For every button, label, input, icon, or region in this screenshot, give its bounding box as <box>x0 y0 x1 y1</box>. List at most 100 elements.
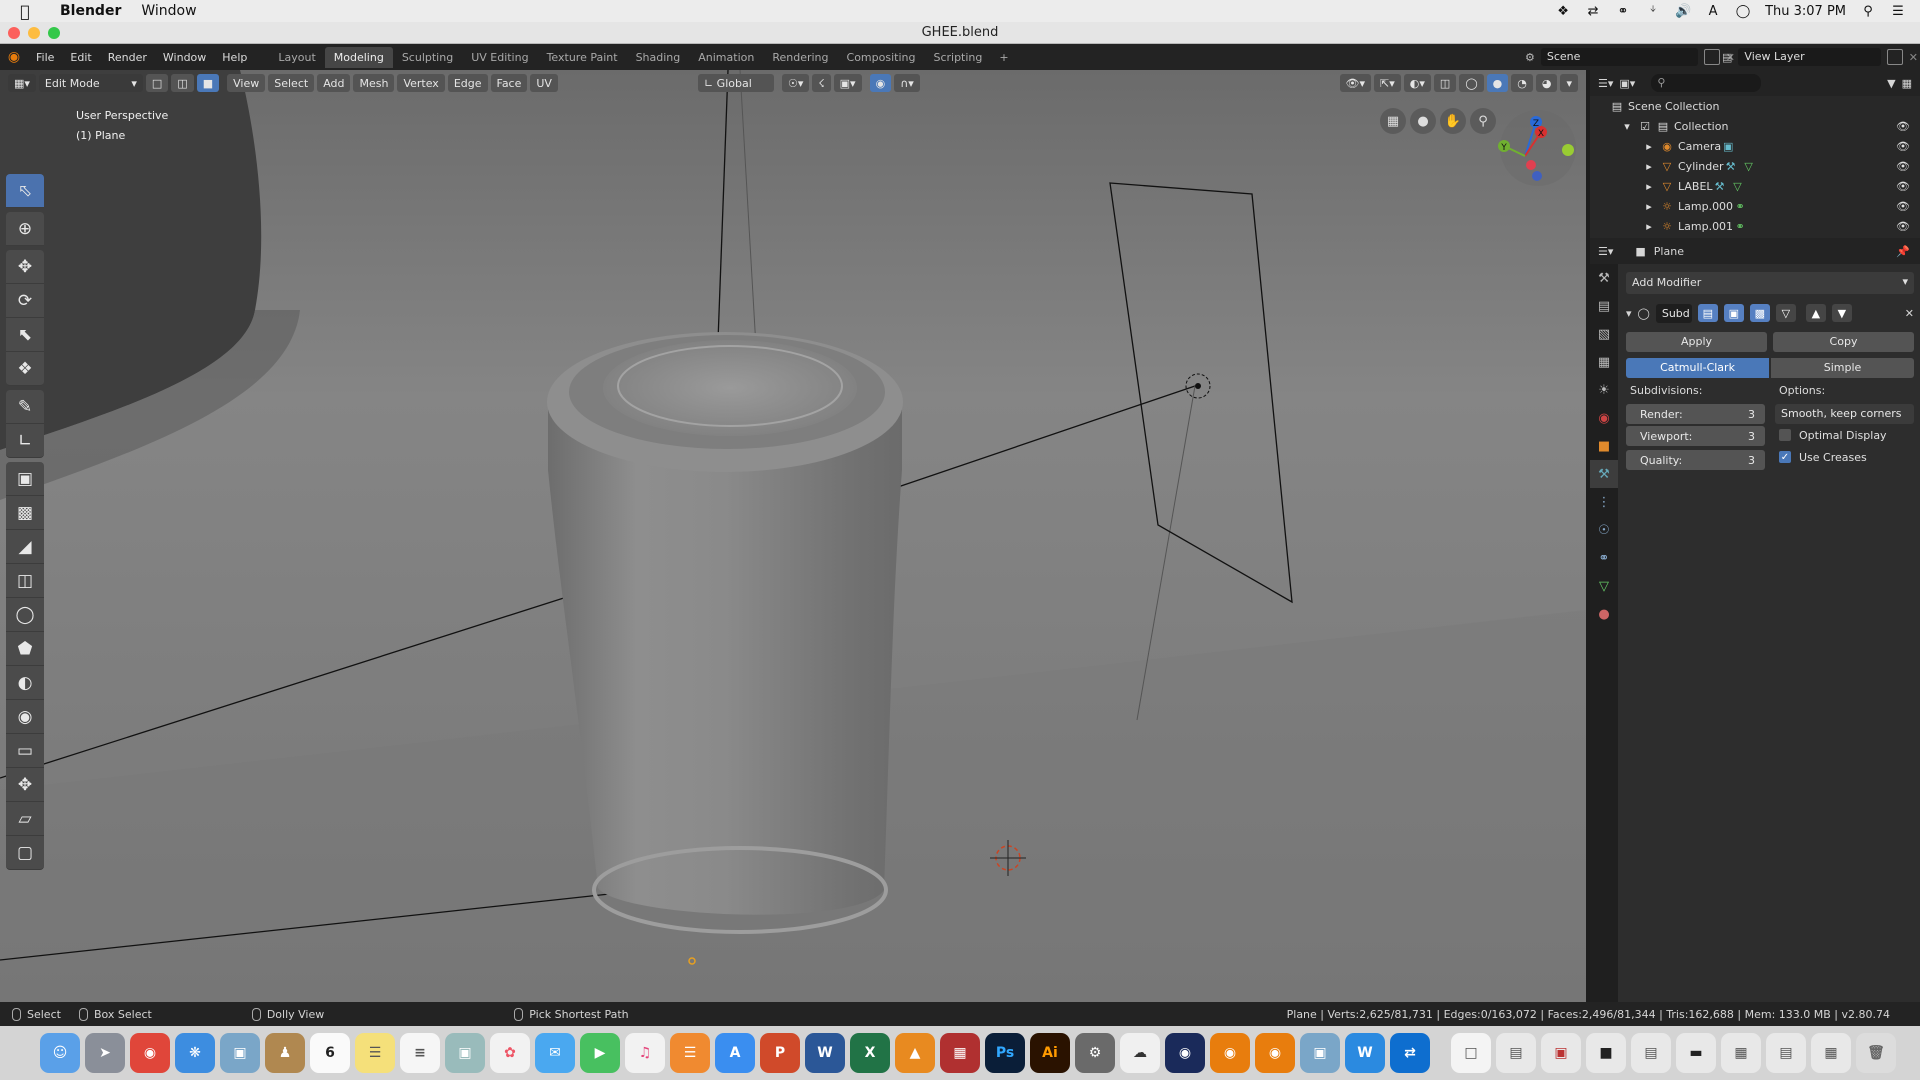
tab-rendering[interactable]: Rendering <box>763 47 837 68</box>
snap-target-dropdown[interactable]: ▣▾ <box>833 74 862 92</box>
view-layer-tab-icon[interactable]: ▦ <box>1590 348 1618 376</box>
extrude-icon[interactable]: ▣ <box>6 462 44 496</box>
xray-toggle[interactable]: ◫ <box>1433 74 1457 92</box>
shading-material-button[interactable]: ◔ <box>1511 74 1533 92</box>
facetime-icon[interactable]: ▶ <box>580 1033 620 1073</box>
spotlight-icon[interactable]: ⚲ <box>1860 4 1876 19</box>
expand-icon[interactable]: ▸ <box>1642 220 1656 233</box>
editmode-toggle-icon[interactable]: ▩ <box>1749 304 1770 322</box>
disclosure-icon[interactable]: ▾ <box>1620 120 1634 133</box>
remove-modifier-icon[interactable]: ✕ <box>1905 307 1914 320</box>
proportional-falloff-dropdown[interactable]: ∩▾ <box>894 74 920 92</box>
preview-2-icon[interactable]: ▣ <box>1300 1033 1340 1073</box>
can-body[interactable] <box>548 400 902 915</box>
excel-icon[interactable]: X <box>850 1033 890 1073</box>
menu-vertex[interactable]: Vertex <box>397 74 445 92</box>
constraints-tab-icon[interactable]: ⚭ <box>1590 544 1618 572</box>
snap-toggle[interactable]: ☇ <box>812 74 831 92</box>
app-store-icon[interactable]: A <box>715 1033 755 1073</box>
screenshot-3-icon[interactable]: ▬ <box>1676 1033 1716 1073</box>
tab-sculpting[interactable]: Sculpting <box>393 47 462 68</box>
outliner-row-scene-collection[interactable]: ▤ Scene Collection <box>1590 96 1920 116</box>
pin-icon[interactable]: 📌 <box>1896 245 1910 258</box>
illustrator-icon[interactable]: Ai <box>1030 1033 1070 1073</box>
bluetooth-icon[interactable]: ᛎ <box>1645 4 1661 19</box>
shading-rendered-button[interactable]: ◕ <box>1535 74 1558 92</box>
dropbox-icon[interactable]: ❖ <box>1555 4 1571 19</box>
menu-mesh[interactable]: Mesh <box>353 74 395 92</box>
word-icon[interactable]: W <box>805 1033 845 1073</box>
teamviewer-icon[interactable]: ⇄ <box>1585 4 1601 19</box>
properties-editor-type-icon[interactable]: ☰▾ <box>1598 245 1613 258</box>
outliner-row-camera[interactable]: ▸ ◉ Camera ▣ 👁 <box>1590 136 1920 156</box>
screenshot-6-icon[interactable]: ▦ <box>1811 1033 1851 1073</box>
view-layer-icon[interactable]: ▤ <box>1722 51 1732 64</box>
optimal-display-box[interactable] <box>1779 429 1791 441</box>
catmull-clark-button[interactable]: Catmull-Clark <box>1626 358 1769 378</box>
finder-icon[interactable]: ☺ <box>40 1033 80 1073</box>
view-layer-field[interactable]: View Layer <box>1738 48 1881 66</box>
spin-icon[interactable]: ◐ <box>6 666 44 700</box>
edge-select-mode-button[interactable]: ◫ <box>171 74 194 92</box>
eye-icon[interactable]: 👁 <box>1896 220 1910 233</box>
editor-type-button[interactable]: ▦▾ <box>8 74 36 92</box>
launchpad-icon[interactable]: ➤ <box>85 1033 125 1073</box>
notes-icon[interactable]: ☰ <box>355 1033 395 1073</box>
viewport-levels-field[interactable]: Viewport: 3 <box>1626 426 1765 446</box>
filter-icon[interactable]: ▼ <box>1887 77 1895 90</box>
proportional-edit-toggle[interactable]: ◉ <box>869 74 892 92</box>
measure-icon[interactable]: ∟ <box>6 424 44 458</box>
screenshot-5-icon[interactable]: ▤ <box>1766 1033 1806 1073</box>
menu-app-name[interactable]: Blender <box>50 3 131 19</box>
notification-center-icon[interactable]: ☰ <box>1890 4 1906 19</box>
menu-window[interactable]: Window <box>155 51 214 64</box>
visibility-dropdown[interactable]: 👁▾ <box>1339 74 1372 92</box>
trash-icon[interactable]: 🗑 <box>1856 1033 1896 1073</box>
tool-tab-icon[interactable]: ⚒ <box>1590 264 1618 292</box>
transform-icon[interactable]: ❖ <box>6 352 44 386</box>
ibooks-icon[interactable]: ☰ <box>670 1033 710 1073</box>
outliner-row-label[interactable]: ▸ ▽ LABEL ⚒ ▽ 👁 <box>1590 176 1920 196</box>
scene-tab-icon[interactable]: ☀ <box>1590 376 1618 404</box>
outliner-row-lamp-001[interactable]: ▸ ☼ Lamp.001 ⚭ 👁 <box>1590 216 1920 236</box>
expand-icon[interactable]: ▸ <box>1642 180 1656 193</box>
screenshot-4-icon[interactable]: ▦ <box>1721 1033 1761 1073</box>
scene-field[interactable]: Scene <box>1540 48 1698 66</box>
eye-icon[interactable]: 👁 <box>1896 160 1910 173</box>
render-levels-field[interactable]: Render: 3 <box>1626 404 1765 424</box>
cinema-4d-icon[interactable]: ◉ <box>1165 1033 1205 1073</box>
move-up-icon[interactable]: ▲ <box>1805 304 1826 322</box>
blender-28-icon[interactable]: ◉ <box>1255 1033 1295 1073</box>
tab-uv-editing[interactable]: UV Editing <box>462 47 537 68</box>
system-preferences-icon[interactable]: ⚙ <box>1075 1033 1115 1073</box>
viewport-scene[interactable]: Z X Y <box>0 70 1586 1002</box>
outliner-editor-type-icon[interactable]: ☰▾ <box>1598 77 1613 90</box>
select-box-icon[interactable]: ⬁ <box>6 174 44 208</box>
tab-scripting[interactable]: Scripting <box>924 47 991 68</box>
checkbox-icon[interactable]: ☑ <box>1638 120 1652 133</box>
blender-logo-icon[interactable]: ◉ <box>0 49 28 65</box>
gizmo-toggle[interactable]: ⇱▾ <box>1374 74 1401 92</box>
shading-solid-button[interactable]: ● <box>1486 74 1509 92</box>
quality-field[interactable]: Quality: 3 <box>1626 450 1765 470</box>
toolbox-icon[interactable]: ▦ <box>940 1033 980 1073</box>
menu-window[interactable]: Window <box>131 3 206 19</box>
expand-icon[interactable]: ▸ <box>1642 200 1656 213</box>
tab-modeling[interactable]: Modeling <box>324 46 393 68</box>
document-2-icon[interactable]: ▤ <box>1496 1033 1536 1073</box>
face-select-mode-button[interactable]: ■ <box>196 74 220 92</box>
new-view-layer-icon[interactable] <box>1886 49 1903 65</box>
hand-pan-icon[interactable]: ✋ <box>1440 108 1466 134</box>
object-tab-icon[interactable]: ■ <box>1590 432 1618 460</box>
menu-render[interactable]: Render <box>100 51 155 64</box>
cursor-icon[interactable]: ⊕ <box>6 212 44 246</box>
move-down-icon[interactable]: ▼ <box>1831 304 1852 322</box>
menu-view[interactable]: View <box>227 74 266 92</box>
grid-icon[interactable]: ▦ <box>1380 108 1406 134</box>
checkmark-icon[interactable]: ✓ <box>1779 451 1791 463</box>
cage-toggle-icon[interactable]: ▽ <box>1775 304 1796 322</box>
menu-file[interactable]: File <box>28 51 62 64</box>
wunderlist-icon[interactable]: W <box>1345 1033 1385 1073</box>
outliner-row-cylinder[interactable]: ▸ ▽ Cylinder ⚒ ▽ 👁 <box>1590 156 1920 176</box>
creative-cloud-icon[interactable]: ⚭ <box>1615 4 1631 19</box>
